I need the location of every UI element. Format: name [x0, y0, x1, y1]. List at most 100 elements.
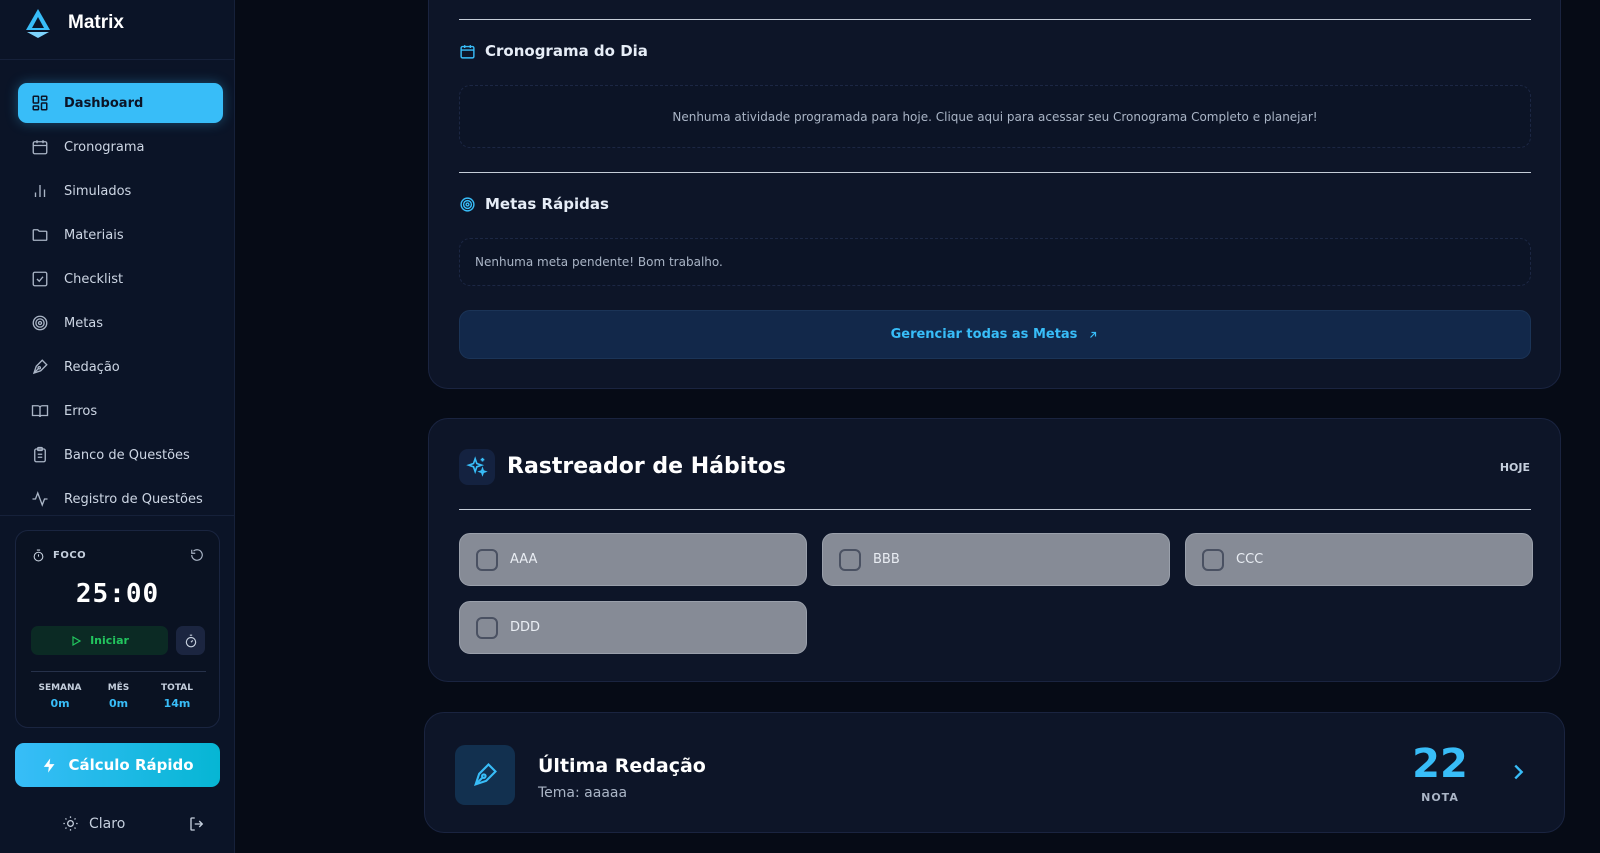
stat-month: MÊS 0m	[90, 683, 148, 710]
essay-score: 22	[1412, 741, 1468, 787]
timer-icon	[32, 549, 45, 562]
stat-total: TOTAL 14m	[148, 683, 206, 710]
habit-label: CCC	[1236, 552, 1264, 567]
stat-value: 0m	[108, 697, 129, 710]
habit-item[interactable]: CCC	[1185, 533, 1533, 586]
last-essay-card[interactable]: Última Redação Tema: aaaaa 22 NOTA	[424, 712, 1565, 833]
focus-divider	[31, 671, 206, 672]
sidebar-nav: Dashboard Cronograma Simulados Materiais…	[18, 83, 223, 523]
goals-title: Metas Rápidas	[485, 195, 609, 213]
sparkles-icon	[459, 449, 495, 485]
theme-label: Claro	[89, 815, 126, 832]
sidebar-divider	[0, 515, 235, 516]
manage-goals-label: Gerenciar todas as Metas	[890, 327, 1078, 342]
habit-label: DDD	[510, 620, 541, 635]
focus-label: FOCO	[53, 550, 87, 561]
folder-icon	[30, 225, 50, 245]
pen-icon	[455, 745, 515, 805]
reset-icon[interactable]	[190, 548, 204, 562]
stat-week: SEMANA 0m	[31, 683, 89, 710]
sidebar-divider	[0, 59, 235, 60]
habit-item[interactable]: AAA	[459, 533, 807, 586]
sidebar-item-checklist[interactable]: Checklist	[18, 259, 223, 299]
sidebar-item-erros[interactable]: Erros	[18, 391, 223, 431]
dashboard-icon	[30, 93, 50, 113]
habit-item[interactable]: DDD	[459, 601, 807, 654]
stat-label: MÊS	[107, 683, 130, 693]
stopwatch-icon	[184, 634, 198, 648]
bar-chart-icon	[30, 181, 50, 201]
schedule-header: Cronograma do Dia	[459, 42, 648, 60]
quick-calc-label: Cálculo Rápido	[68, 756, 194, 774]
sidebar-item-materiais[interactable]: Materiais	[18, 215, 223, 255]
section-divider	[459, 172, 1531, 173]
manage-goals-button[interactable]: Gerenciar todas as Metas	[459, 310, 1531, 359]
sidebar-item-redacao[interactable]: Redação	[18, 347, 223, 387]
essay-score-label: NOTA	[1421, 791, 1459, 804]
calendar-icon	[30, 137, 50, 157]
sidebar-item-label: Dashboard	[64, 95, 144, 111]
sidebar-item-label: Cronograma	[64, 139, 145, 155]
sidebar-item-banco-de-questoes[interactable]: Banco de Questões	[18, 435, 223, 475]
logout-icon[interactable]	[188, 815, 206, 833]
sidebar: Matrix Dashboard Cronograma Simulados Ma…	[0, 0, 235, 853]
arrow-up-right-icon	[1087, 329, 1099, 341]
goals-header: Metas Rápidas	[459, 195, 609, 213]
habit-checkbox[interactable]	[476, 616, 498, 639]
habit-tracker-title: Rastreador de Hábitos	[507, 454, 786, 479]
calendar-icon	[459, 43, 476, 60]
play-icon	[70, 635, 82, 647]
sun-icon	[62, 815, 79, 832]
habit-checkbox[interactable]	[839, 548, 861, 571]
schedule-empty-box[interactable]: Nenhuma atividade programada para hoje. …	[459, 85, 1531, 148]
matrix-logo-icon	[24, 8, 52, 38]
sidebar-item-registro-de-questoes[interactable]: Registro de Questões	[18, 479, 223, 519]
schedule-empty-text: Nenhuma atividade programada para hoje. …	[672, 109, 1318, 124]
brand[interactable]: Matrix	[24, 6, 124, 40]
sidebar-item-dashboard[interactable]: Dashboard	[18, 83, 223, 123]
checkbox-icon	[30, 269, 50, 289]
focus-header: FOCO	[32, 549, 86, 562]
sidebar-item-simulados[interactable]: Simulados	[18, 171, 223, 211]
habit-tracker-card: Rastreador de Hábitos HOJE AAA BBB CCC D…	[428, 418, 1561, 682]
sidebar-item-label: Metas	[64, 315, 104, 331]
pen-icon	[30, 357, 50, 377]
habit-today-label: HOJE	[1499, 461, 1530, 474]
sidebar-item-label: Checklist	[64, 271, 124, 287]
goals-empty-box: Nenhuma meta pendente! Bom trabalho.	[459, 238, 1531, 286]
sidebar-item-metas[interactable]: Metas	[18, 303, 223, 343]
habit-item[interactable]: BBB	[822, 533, 1170, 586]
start-label: Iniciar	[90, 634, 129, 647]
habit-checkbox[interactable]	[1202, 548, 1224, 571]
stat-value: 14m	[163, 697, 191, 710]
brand-title: Matrix	[68, 12, 124, 33]
quick-calc-button[interactable]: Cálculo Rápido	[15, 743, 220, 787]
sidebar-item-label: Registro de Questões	[64, 491, 203, 507]
stat-value: 0m	[50, 697, 70, 710]
chevron-right-icon[interactable]	[1507, 761, 1529, 783]
sidebar-item-cronograma[interactable]: Cronograma	[18, 127, 223, 167]
goals-empty-text: Nenhuma meta pendente! Bom trabalho.	[475, 255, 723, 269]
start-timer-button[interactable]: Iniciar	[31, 626, 168, 655]
focus-timer-card: FOCO 25:00 Iniciar SEMANA 0m MÊS 0m TOTA…	[15, 530, 220, 728]
lightning-icon	[41, 757, 58, 774]
habit-label: AAA	[510, 552, 538, 567]
sidebar-item-label: Erros	[64, 403, 98, 419]
stat-label: SEMANA	[38, 683, 82, 693]
sidebar-item-label: Banco de Questões	[64, 447, 190, 463]
habit-checkbox[interactable]	[476, 548, 498, 571]
essay-title: Última Redação	[538, 755, 706, 777]
habit-label: BBB	[873, 552, 900, 567]
focus-stats: SEMANA 0m MÊS 0m TOTAL 14m	[31, 683, 206, 710]
focus-time: 25:00	[75, 579, 160, 609]
theme-toggle[interactable]: Claro	[62, 815, 125, 832]
sidebar-item-label: Materiais	[64, 227, 124, 243]
sidebar-item-label: Redação	[64, 359, 120, 375]
daily-overview-card: Cronograma do Dia Nenhuma atividade prog…	[428, 0, 1561, 389]
schedule-title: Cronograma do Dia	[485, 42, 648, 60]
target-icon	[30, 313, 50, 333]
stat-label: TOTAL	[161, 683, 193, 693]
essay-theme: Tema: aaaaa	[538, 785, 628, 801]
section-divider	[459, 509, 1531, 510]
stopwatch-button[interactable]	[176, 626, 205, 655]
